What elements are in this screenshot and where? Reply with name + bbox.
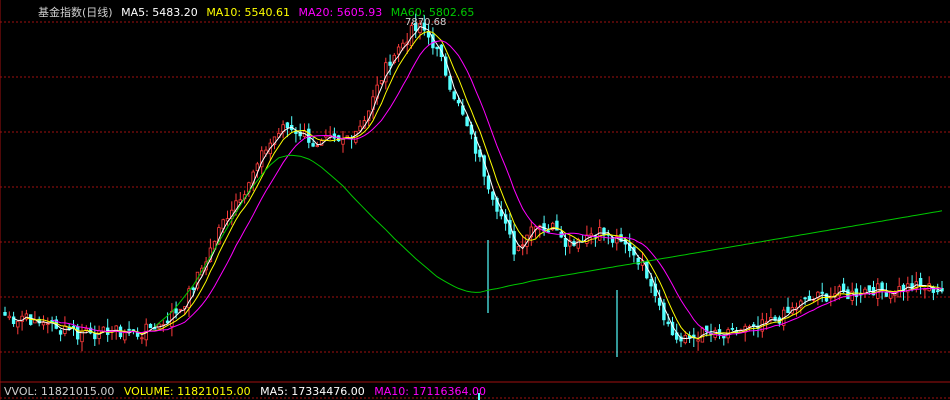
legend-ma20: MA20: 5605.93 [298,6,383,19]
vlegend-volume: VOLUME: 11821015.00 [123,385,251,398]
legend-title: 基金指数(日线) [38,6,113,19]
legend-ma5: MA5: 5483.20 [121,6,198,19]
chart-area: 基金指数(日线) MA5: 5483.20 MA10: 5540.61 MA20… [0,0,950,400]
peak-label: 7870.68 [405,17,446,28]
volume-panel [0,393,950,400]
vlegend-ma5: MA5: 17334476.00 [260,385,365,398]
legend-ma10: MA10: 5540.61 [206,6,291,19]
volume-legend: VVOL: 11821015.00 VOLUME: 11821015.00 MA… [4,385,492,398]
vlegend-ma10: MA10: 17116364.00 [374,385,486,398]
vlegend-vvol: VVOL: 11821015.00 [4,385,115,398]
peak-value: 7870.68 [405,17,447,28]
